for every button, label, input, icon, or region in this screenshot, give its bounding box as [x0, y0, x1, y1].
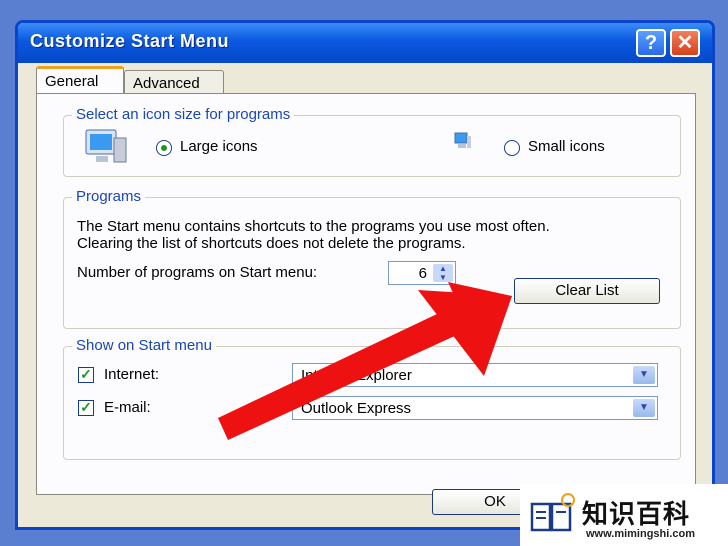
red-pointer-arrow: [218, 282, 512, 440]
book-lightbulb-icon: [530, 493, 575, 532]
watermark-url: www.mimingshi.com: [586, 528, 695, 540]
watermark-logo: 知识百科 www.mimingshi.com: [520, 484, 728, 546]
watermark-text: 知识百科: [582, 499, 691, 529]
